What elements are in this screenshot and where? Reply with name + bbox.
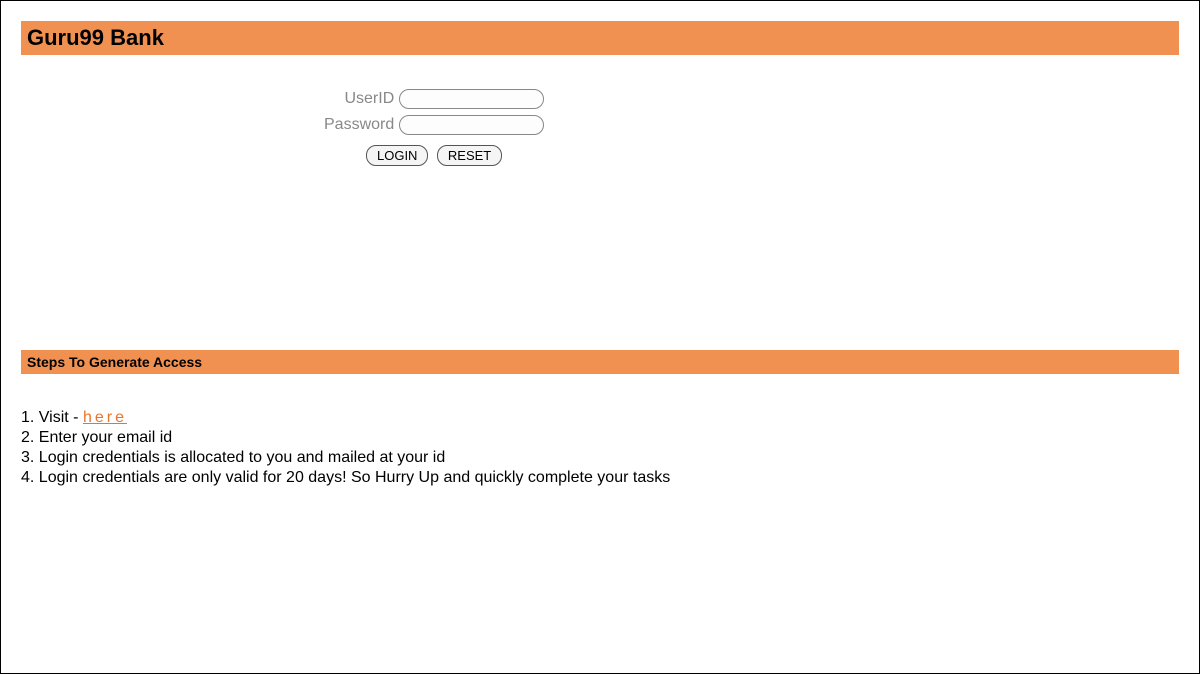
step-text: 3. Login credentials is allocated to you… (21, 449, 445, 466)
login-table: UserID Password LOGIN RESET (320, 83, 548, 172)
step-text: 2. Enter your email id (21, 429, 172, 446)
reset-button[interactable]: RESET (437, 145, 502, 166)
step-item: 2. Enter your email id (21, 428, 1179, 448)
here-link[interactable]: here (83, 409, 127, 426)
step-text: 1. Visit - (21, 409, 83, 426)
step-item: 1. Visit - here (21, 408, 1179, 428)
step-item: 4. Login credentials are only valid for … (21, 468, 1179, 488)
login-form-area: UserID Password LOGIN RESET (1, 83, 1199, 172)
step-item: 3. Login credentials is allocated to you… (21, 448, 1179, 468)
password-label: Password (324, 115, 395, 135)
header-bar: Guru99 Bank (21, 21, 1179, 55)
userid-label: UserID (324, 89, 395, 109)
userid-input[interactable] (399, 89, 544, 109)
steps-header-bar: Steps To Generate Access (21, 350, 1179, 374)
steps-list: 1. Visit - here 2. Enter your email id 3… (21, 408, 1179, 488)
steps-title: Steps To Generate Access (27, 354, 1173, 370)
login-button[interactable]: LOGIN (366, 145, 428, 166)
page-title: Guru99 Bank (27, 25, 1173, 51)
password-input[interactable] (399, 115, 544, 135)
spacer (1, 172, 1199, 350)
step-text: 4. Login credentials are only valid for … (21, 469, 670, 486)
